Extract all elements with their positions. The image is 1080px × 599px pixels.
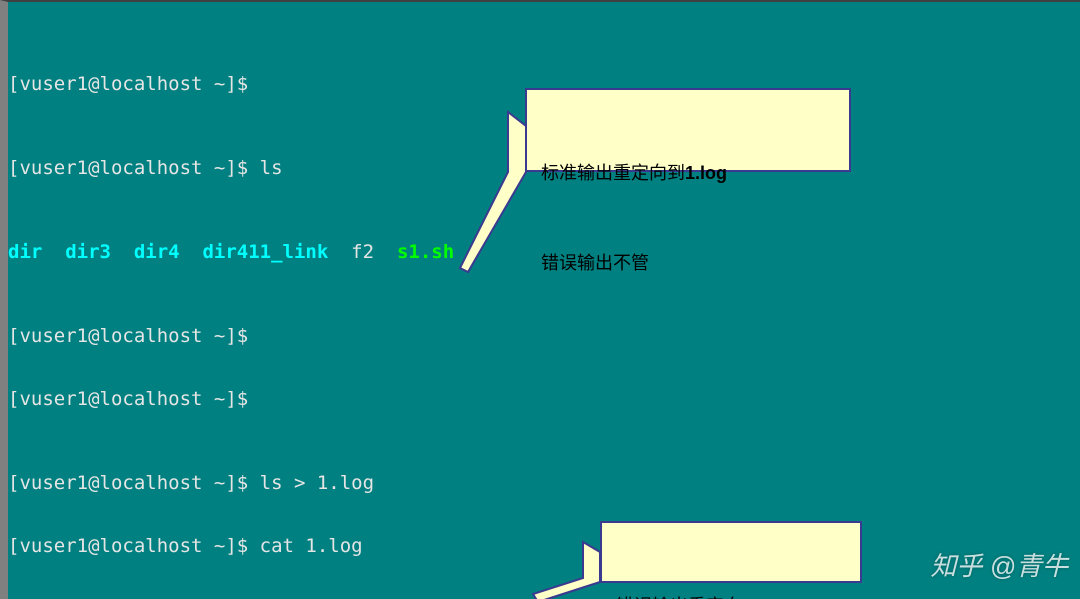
terminal-window[interactable]: [vuser1@localhost ~]$ [vuser1@localhost … bbox=[0, 0, 1080, 599]
callout-box-1: 标准输出重定向到1.log 错误输出不管 bbox=[525, 88, 851, 172]
callout-line: 错误输出重定向 bbox=[616, 591, 846, 599]
callout-bold: 1.log bbox=[685, 163, 727, 183]
terminal-line: [vuser1@localhost ~]$ bbox=[8, 389, 1080, 410]
shell-prompt: [vuser1@localhost ~]$ bbox=[8, 325, 248, 347]
dir-name: dir dir3 dir4 dir411_link bbox=[8, 241, 328, 263]
exec-name: s1.sh bbox=[397, 241, 454, 263]
command-text: cat 1.log bbox=[260, 535, 363, 557]
shell-prompt: [vuser1@localhost ~]$ bbox=[8, 73, 248, 95]
callout-box-2: 错误输出重定向 bbox=[600, 521, 862, 583]
terminal-line: [vuser1@localhost ~]$ cat 1.log bbox=[8, 536, 1080, 557]
terminal-line: [vuser1@localhost ~]$ ls > 1.log bbox=[8, 473, 1080, 494]
shell-prompt: [vuser1@localhost ~]$ bbox=[8, 472, 260, 494]
callout-line: 标准输出重定向到1.log bbox=[541, 158, 835, 188]
shell-prompt: [vuser1@localhost ~]$ bbox=[8, 157, 260, 179]
command-text: ls bbox=[260, 157, 283, 179]
callout-text: 标准输出重定向到 bbox=[541, 163, 685, 183]
file-name: f2 bbox=[328, 241, 397, 263]
shell-prompt: [vuser1@localhost ~]$ bbox=[8, 535, 260, 557]
command-text: ls > 1.log bbox=[260, 472, 374, 494]
watermark: 知乎 @青牛 bbox=[930, 556, 1068, 577]
shell-prompt: [vuser1@localhost ~]$ bbox=[8, 388, 248, 410]
callout-line: 错误输出不管 bbox=[541, 248, 835, 278]
